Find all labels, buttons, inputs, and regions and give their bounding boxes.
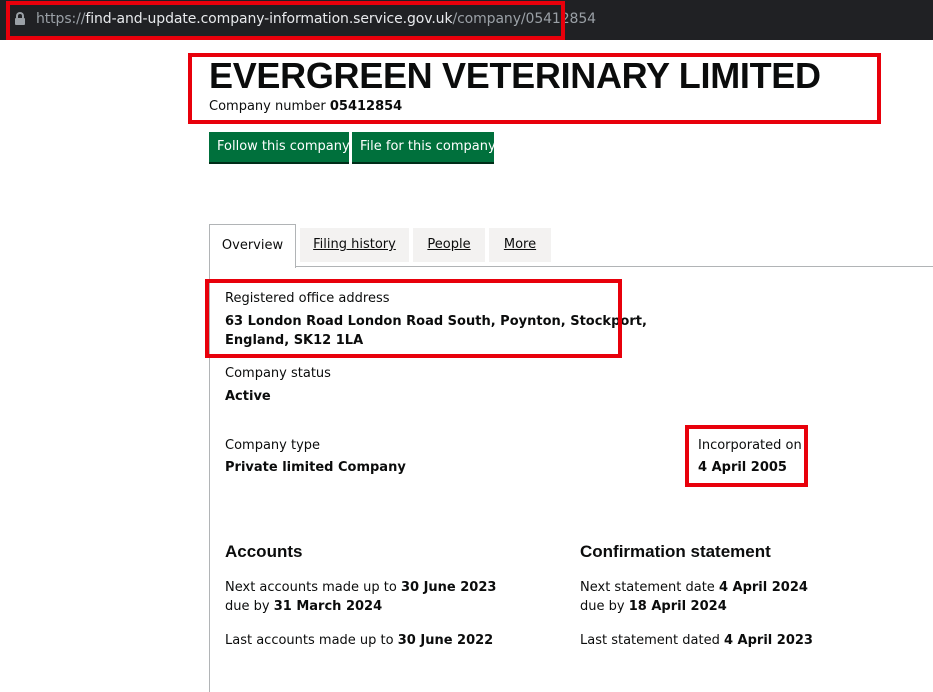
- company-name: EVERGREEN VETERINARY LIMITED: [209, 55, 821, 96]
- company-number-line: Company number 05412854: [209, 99, 402, 115]
- registered-office-label: Registered office address: [225, 291, 390, 306]
- company-status-label: Company status: [225, 366, 331, 381]
- incorporated-on-value: 4 April 2005: [698, 460, 787, 475]
- company-type-value: Private limited Company: [225, 460, 406, 475]
- tab-people[interactable]: People: [413, 228, 485, 262]
- company-number-value: 05412854: [329, 99, 403, 114]
- tab-filing-history[interactable]: Filing history: [300, 228, 409, 262]
- company-type-label: Company type: [225, 438, 321, 453]
- follow-company-button[interactable]: Follow this company: [209, 132, 350, 162]
- url-text[interactable]: https://find-and-update.company-informat…: [36, 10, 596, 28]
- url-host: find-and-update.company-information.serv…: [85, 11, 453, 27]
- tab-more[interactable]: More: [489, 228, 551, 262]
- registered-office-address-line2: England, SK12 1LA: [225, 333, 364, 348]
- url-path: /company/05412854: [452, 11, 596, 27]
- accounts-last-made-up: Last accounts made up to 30 June 2022: [225, 633, 494, 648]
- url-scheme: https://: [36, 11, 86, 27]
- company-number-label: Company number: [209, 99, 326, 114]
- confirmation-due-by: due by 18 April 2024: [580, 599, 727, 614]
- tab-overview[interactable]: Overview: [209, 224, 296, 268]
- accounts-heading: Accounts: [225, 542, 303, 561]
- registered-office-address-line1: 63 London Road London Road South, Poynto…: [225, 314, 647, 329]
- accounts-due-by: due by 31 March 2024: [225, 599, 383, 614]
- lock-icon: [15, 12, 25, 25]
- confirmation-last-dated: Last statement dated 4 April 2023: [580, 633, 813, 648]
- confirmation-next-date: Next statement date 4 April 2024: [580, 580, 808, 595]
- browser-address-bar[interactable]: https://find-and-update.company-informat…: [0, 0, 933, 40]
- file-for-company-button[interactable]: File for this company: [352, 132, 496, 162]
- confirmation-statement-heading: Confirmation statement: [580, 542, 771, 561]
- accounts-next-made-up: Next accounts made up to 30 June 2023: [225, 580, 497, 595]
- company-status-value: Active: [225, 389, 271, 404]
- incorporated-on-label: Incorporated on: [698, 438, 802, 453]
